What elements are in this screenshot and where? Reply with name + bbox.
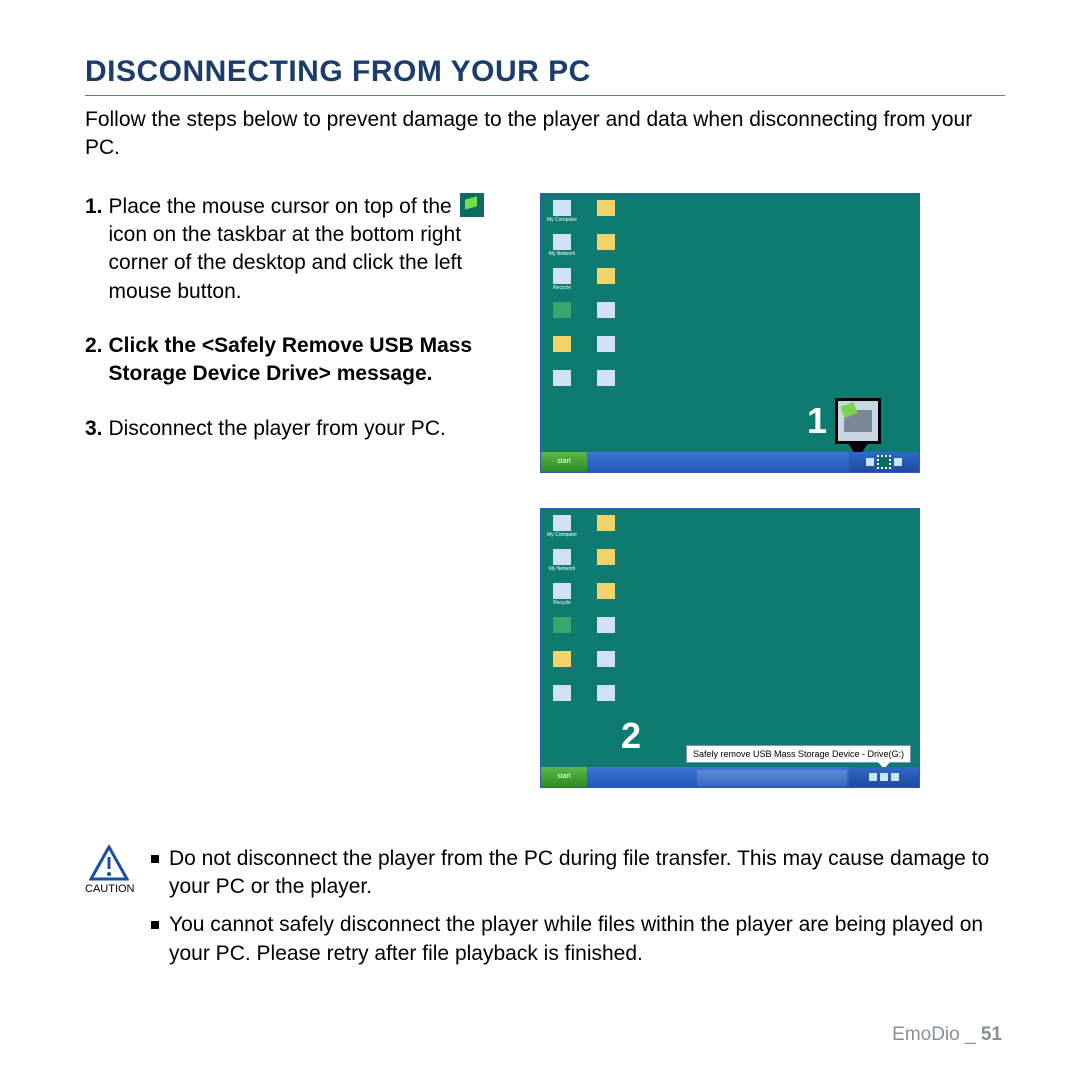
step2-pre: Click the: [109, 334, 202, 357]
caution-badge: CAUTION: [85, 845, 133, 978]
start-button[interactable]: start: [541, 767, 587, 787]
system-tray: [849, 767, 919, 787]
page-footer: EmoDio _ 51: [892, 1024, 1002, 1046]
step-1: 1. Place the mouse cursor on top of the …: [85, 193, 515, 306]
footer-sep: _: [965, 1024, 976, 1045]
step-body: Place the mouse cursor on top of the ico…: [109, 193, 515, 306]
content-columns: 1. Place the mouse cursor on top of the …: [85, 193, 1005, 823]
callout-icon-safely-remove: [835, 398, 881, 444]
bullet-icon: [151, 921, 159, 929]
step-number: 1.: [85, 193, 103, 306]
caution-text: You cannot safely disconnect the player …: [169, 911, 1005, 968]
step-body: Click the <Safely Remove USB Mass Storag…: [109, 332, 515, 389]
step2-post: message.: [331, 362, 433, 385]
tray-icon[interactable]: [869, 773, 877, 781]
safely-remove-balloon[interactable]: Safely remove USB Mass Storage Device - …: [686, 745, 911, 763]
screenshots-column: My Computer My Network Recycle 1 start: [540, 193, 920, 823]
screenshot-1: My Computer My Network Recycle 1 start: [540, 193, 920, 473]
footer-page-number: 51: [981, 1024, 1002, 1045]
start-button[interactable]: start: [541, 452, 587, 472]
page-title: DISCONNECTING FROM YOUR PC: [85, 55, 1005, 96]
tray-icon[interactable]: [866, 458, 874, 466]
taskbar-tooltip: [697, 770, 847, 786]
step-3: 3. Disconnect the player from your PC.: [85, 415, 515, 443]
caution-triangle-icon: [89, 845, 129, 881]
footer-section: EmoDio: [892, 1024, 960, 1045]
safely-remove-tray-icon[interactable]: [880, 773, 888, 781]
caution-item: You cannot safely disconnect the player …: [151, 911, 1005, 968]
tray-icon[interactable]: [891, 773, 899, 781]
taskbar: start: [541, 452, 919, 472]
callout-number-1: 1: [807, 400, 827, 442]
safely-remove-tray-icon[interactable]: [877, 455, 891, 469]
taskbar: start: [541, 767, 919, 787]
step-number: 3.: [85, 415, 103, 443]
caution-text: Do not disconnect the player from the PC…: [169, 845, 1005, 902]
desktop-icons: My Computer My Network Recycle: [547, 515, 647, 715]
step1-before: Place the mouse cursor on top of the: [109, 195, 452, 218]
tray-icon[interactable]: [894, 458, 902, 466]
step1-after: icon on the taskbar at the bottom right …: [109, 223, 463, 303]
caution-section: CAUTION Do not disconnect the player fro…: [85, 845, 1005, 978]
step-number: 2.: [85, 332, 103, 389]
screenshot-2: My Computer My Network Recycle 2 Safely …: [540, 508, 920, 788]
system-tray: [849, 452, 919, 472]
step-2: 2. Click the <Safely Remove USB Mass Sto…: [85, 332, 515, 389]
bullet-icon: [151, 855, 159, 863]
callout-number-2: 2: [621, 715, 641, 757]
callout-1: 1: [807, 398, 881, 444]
step-body: Disconnect the player from your PC.: [109, 415, 446, 443]
desktop-icons: My Computer My Network Recycle: [547, 200, 647, 400]
caution-label: CAUTION: [85, 883, 135, 895]
intro-text: Follow the steps below to prevent damage…: [85, 106, 1005, 163]
caution-list: Do not disconnect the player from the PC…: [151, 845, 1005, 978]
caution-item: Do not disconnect the player from the PC…: [151, 845, 1005, 902]
safely-remove-hardware-icon: [460, 193, 484, 217]
steps-column: 1. Place the mouse cursor on top of the …: [85, 193, 515, 823]
